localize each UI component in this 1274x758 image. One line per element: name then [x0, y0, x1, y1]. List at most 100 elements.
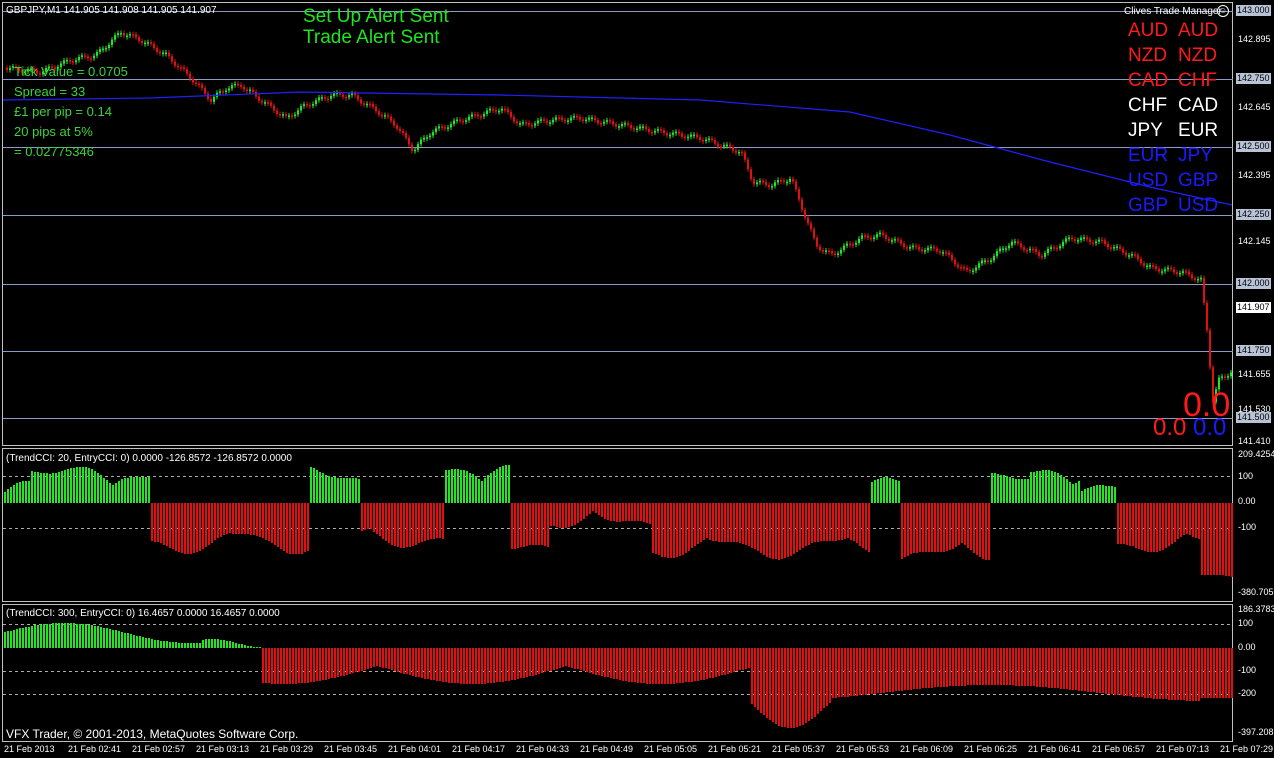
candle-body	[243, 86, 245, 90]
candle-body	[561, 117, 563, 120]
histogram-bar	[193, 643, 195, 648]
histogram-bar	[436, 648, 438, 681]
histogram-bar	[265, 503, 267, 540]
histogram-bar	[646, 648, 648, 684]
histogram-bar	[526, 648, 528, 677]
histogram-bar	[562, 503, 564, 528]
histogram-bar	[1060, 648, 1062, 689]
histogram-bar	[25, 481, 27, 503]
histogram-bar	[1084, 648, 1086, 691]
histogram-bar	[1009, 477, 1011, 503]
candle-body	[1224, 376, 1226, 378]
histogram-bar	[208, 639, 210, 648]
histogram-bar	[64, 470, 66, 503]
histogram-bar	[874, 648, 876, 694]
candle-body	[828, 250, 830, 252]
histogram-bar	[34, 472, 36, 503]
histogram-bar	[343, 478, 345, 503]
candle-body	[99, 49, 101, 53]
histogram-bar	[1204, 503, 1206, 575]
histogram-bar	[910, 503, 912, 554]
histogram-bar	[1045, 648, 1047, 687]
candle-body	[180, 67, 182, 69]
candle-body	[102, 48, 104, 51]
currency-right-6: GBP	[1178, 170, 1219, 191]
candle-body	[138, 37, 140, 41]
candle-body	[627, 123, 629, 126]
candle-body	[576, 115, 578, 118]
candle-body	[657, 129, 659, 131]
candle-body	[846, 243, 848, 246]
histogram-bar	[277, 503, 279, 547]
histogram-bar	[685, 648, 687, 682]
histogram-bar	[496, 648, 498, 682]
histogram-bar	[739, 648, 741, 670]
histogram-bar	[904, 503, 906, 557]
candle-body	[426, 137, 428, 139]
histogram-bar	[652, 648, 654, 684]
histogram-bar	[592, 648, 594, 674]
smiley-icon[interactable]: ☺	[1217, 5, 1229, 17]
histogram-bar	[886, 648, 888, 692]
histogram-bar	[40, 625, 42, 648]
histogram-bar	[907, 503, 909, 556]
histogram-bar	[1180, 648, 1182, 700]
currency-right-7: USD	[1178, 195, 1219, 216]
histogram-bar	[145, 638, 147, 648]
histogram-bar	[580, 503, 582, 521]
histogram-bar	[688, 503, 690, 551]
candle-body	[645, 126, 647, 130]
candle-body	[1191, 274, 1193, 279]
histogram-bar	[166, 503, 168, 546]
histogram-bar	[1075, 648, 1077, 690]
histogram-bar	[571, 503, 573, 526]
histogram-bar	[460, 648, 462, 684]
histogram-bar	[1012, 648, 1014, 685]
candle-body	[135, 34, 137, 38]
histogram-bar	[877, 479, 879, 503]
histogram-bar	[1075, 483, 1077, 503]
histogram-bar	[832, 503, 834, 541]
candle-body	[219, 91, 221, 93]
histogram-bar	[499, 648, 501, 682]
histogram-bar	[22, 481, 24, 503]
histogram-bar	[1057, 473, 1059, 503]
histogram-bar	[229, 503, 231, 533]
candle-body	[840, 249, 842, 254]
histogram-bar	[298, 503, 300, 554]
histogram-bar	[1093, 486, 1095, 503]
candle-body	[1086, 237, 1088, 240]
histogram-bar	[469, 473, 471, 503]
candle-body	[453, 120, 455, 125]
histogram-bar	[358, 648, 360, 672]
candle-body	[990, 260, 992, 262]
histogram-bar	[382, 503, 384, 539]
histogram-bar	[862, 503, 864, 548]
candle-body	[498, 110, 500, 113]
candle-body	[1044, 253, 1046, 257]
histogram-bar	[769, 648, 771, 720]
candle-body	[816, 237, 818, 247]
candle-body	[900, 240, 902, 244]
candle-body	[252, 89, 254, 92]
candle-body	[693, 134, 695, 137]
histogram-bar	[13, 485, 15, 503]
histogram-bar	[352, 648, 354, 673]
price-label: 142.645	[1238, 102, 1271, 112]
histogram-bar	[4, 632, 6, 648]
histogram-bar	[352, 478, 354, 503]
histogram-bar	[451, 469, 453, 503]
histogram-bar	[376, 648, 378, 666]
histogram-bar	[877, 648, 879, 693]
candle-body	[939, 251, 941, 253]
candle-body	[1131, 254, 1133, 256]
candle-body	[447, 127, 449, 129]
histogram-bar	[532, 648, 534, 676]
chart-canvas[interactable]	[0, 0, 1274, 758]
candle-body	[1041, 255, 1043, 258]
histogram-bar	[316, 470, 318, 503]
panel-borders	[2, 2, 1233, 742]
candle-body	[474, 114, 476, 116]
histogram-bar	[259, 503, 261, 537]
histogram-bar	[967, 648, 969, 685]
